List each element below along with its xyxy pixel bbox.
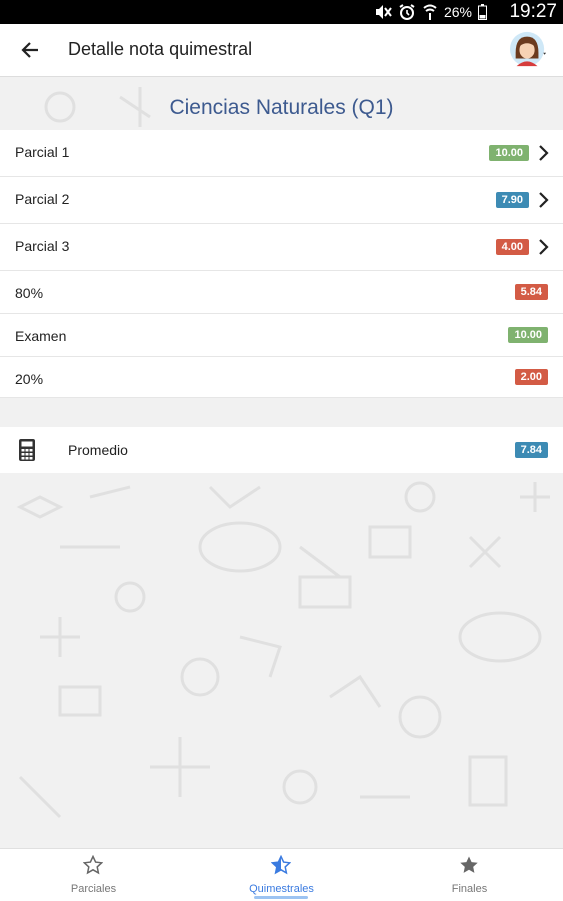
grade-row-examen: Examen 10.00 <box>0 314 563 357</box>
user-avatar-icon[interactable] <box>509 30 547 68</box>
grade-badge: 10.00 <box>508 327 548 343</box>
battery-percent: 26% <box>443 4 472 20</box>
status-icons: 26% <box>374 3 487 21</box>
grade-badge: 7.90 <box>495 192 529 208</box>
battery-icon <box>478 4 487 20</box>
grade-label: Parcial 1 <box>15 144 70 160</box>
average-badge: 7.84 <box>514 442 548 458</box>
bottom-navigation: Parciales Quimestrales Finales <box>0 848 563 901</box>
grade-row-parcial-3[interactable]: Parcial 3 4.00 <box>0 224 563 271</box>
grade-badge: 4.00 <box>495 239 529 255</box>
chevron-right-icon <box>539 192 549 208</box>
nav-tab-quimestrales[interactable]: Quimestrales <box>188 849 375 901</box>
grade-row-20-percent: 20% 2.00 <box>0 357 563 398</box>
nav-label: Parciales <box>70 883 117 895</box>
star-half-icon <box>271 855 291 875</box>
status-bar: 26% 19:27 <box>0 0 563 24</box>
status-clock: 19:27 <box>509 1 557 22</box>
alarm-icon <box>399 4 415 20</box>
star-filled-icon <box>460 856 478 873</box>
mute-icon <box>375 5 392 19</box>
grade-row-parcial-2[interactable]: Parcial 2 7.90 <box>0 177 563 224</box>
grade-badge: 2.00 <box>514 369 548 385</box>
calculator-icon <box>19 439 35 461</box>
nav-label: Finales <box>451 883 488 895</box>
grade-label: 80% <box>15 285 44 301</box>
average-row: Promedio 7.84 <box>0 427 563 473</box>
chevron-right-icon <box>539 145 549 161</box>
nav-tab-finales[interactable]: Finales <box>376 849 563 901</box>
grade-row-80-percent: 80% 5.84 <box>0 271 563 314</box>
nav-tab-parciales[interactable]: Parciales <box>0 849 187 901</box>
app-bar: Detalle nota quimestral <box>0 24 563 77</box>
nav-label: Quimestrales <box>249 883 314 895</box>
average-label: Promedio <box>68 442 128 458</box>
grade-label: Parcial 2 <box>15 191 70 207</box>
grade-label: Examen <box>15 328 67 344</box>
back-arrow-icon[interactable] <box>18 37 44 63</box>
grades-card: Parcial 1 10.00 Parcial 2 7.90 Parcial 3… <box>0 130 563 398</box>
chevron-right-icon <box>539 239 549 255</box>
wifi-icon <box>423 4 437 20</box>
star-outline-icon <box>83 855 103 875</box>
grade-row-parcial-1[interactable]: Parcial 1 10.00 <box>0 130 563 177</box>
active-tab-indicator <box>254 896 308 899</box>
grade-label: Parcial 3 <box>15 238 70 254</box>
page-title: Detalle nota quimestral <box>68 39 253 59</box>
grade-badge: 10.00 <box>489 145 529 161</box>
subject-title: Ciencias Naturales (Q1) <box>169 96 394 119</box>
grade-badge: 5.84 <box>514 284 548 300</box>
grade-label: 20% <box>15 371 44 387</box>
